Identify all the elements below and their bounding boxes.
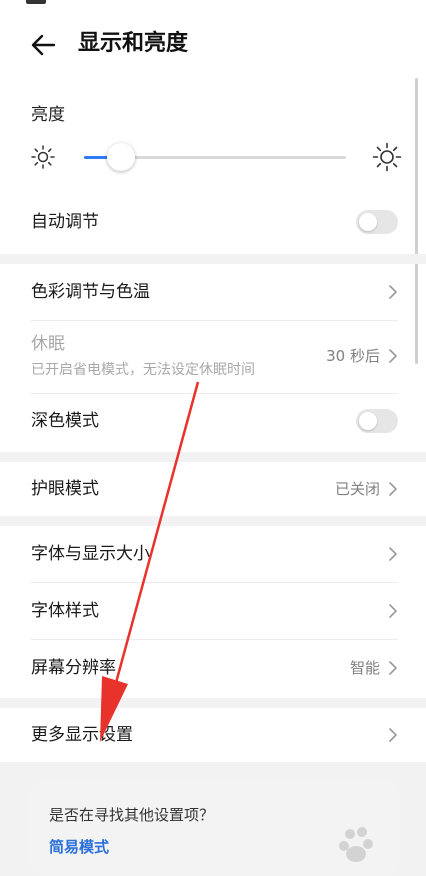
color-temperature-label: 色彩调节与色温 [31, 282, 150, 302]
toggle-knob [359, 213, 377, 231]
dark-mode-row[interactable]: 深色模式 [0, 394, 426, 450]
brightness-label: 亮度 [31, 105, 65, 125]
section-gap [0, 516, 426, 526]
status-bar-fragment [26, 0, 46, 4]
font-style-row[interactable]: 字体样式 [0, 583, 426, 639]
resolution-label: 屏幕分辨率 [31, 658, 116, 678]
resolution-row[interactable]: 屏幕分辨率 智能 [0, 640, 426, 696]
dark-mode-label: 深色模式 [31, 411, 99, 431]
simple-mode-link[interactable]: 简易模式 [49, 836, 109, 857]
eye-care-row[interactable]: 护眼模式 已关闭 [0, 462, 426, 516]
chevron-right-icon [389, 285, 398, 299]
sleep-sublabel: 已开启省电模式，无法设定休眠时间 [31, 362, 255, 378]
section-gap [0, 698, 426, 708]
color-temperature-row[interactable]: 色彩调节与色温 [0, 264, 426, 320]
brightness-slider-row [30, 140, 402, 176]
auto-adjust-label: 自动调节 [31, 212, 99, 232]
sleep-value: 30 秒后 [326, 347, 380, 365]
eye-care-label: 护眼模式 [31, 479, 99, 499]
header: 显示和亮度 [0, 20, 426, 70]
font-size-row[interactable]: 字体与显示大小 [0, 526, 426, 582]
suggestion-question: 是否在寻找其他设置项？ [49, 806, 215, 824]
chevron-right-icon [389, 728, 398, 742]
auto-adjust-toggle[interactable] [356, 210, 398, 234]
font-size-label: 字体与显示大小 [31, 544, 150, 564]
sun-small-icon [31, 145, 55, 169]
dark-mode-toggle[interactable] [356, 409, 398, 433]
chevron-right-icon [389, 547, 398, 561]
font-style-label: 字体样式 [31, 601, 99, 621]
chevron-right-icon [389, 349, 398, 363]
page-title: 显示和亮度 [78, 31, 189, 56]
baidu-watermark-icon [339, 827, 373, 862]
eye-care-value: 已关闭 [334, 480, 380, 498]
more-display-label: 更多显示设置 [31, 725, 133, 745]
chevron-right-icon [389, 482, 398, 496]
sun-large-icon [372, 142, 402, 172]
sleep-label: 休眠 [31, 334, 65, 354]
back-arrow-icon[interactable] [28, 30, 60, 60]
resolution-value: 智能 [349, 659, 380, 677]
section-gap [0, 254, 426, 264]
more-display-row[interactable]: 更多显示设置 [0, 708, 426, 762]
toggle-knob [359, 412, 377, 430]
chevron-right-icon [389, 604, 398, 618]
brightness-thumb[interactable] [107, 143, 136, 171]
sleep-row[interactable]: 休眠 已开启省电模式，无法设定休眠时间 30 秒后 [0, 321, 426, 393]
auto-adjust-row[interactable]: 自动调节 [0, 200, 426, 244]
chevron-right-icon [389, 661, 398, 675]
section-gap [0, 452, 426, 462]
